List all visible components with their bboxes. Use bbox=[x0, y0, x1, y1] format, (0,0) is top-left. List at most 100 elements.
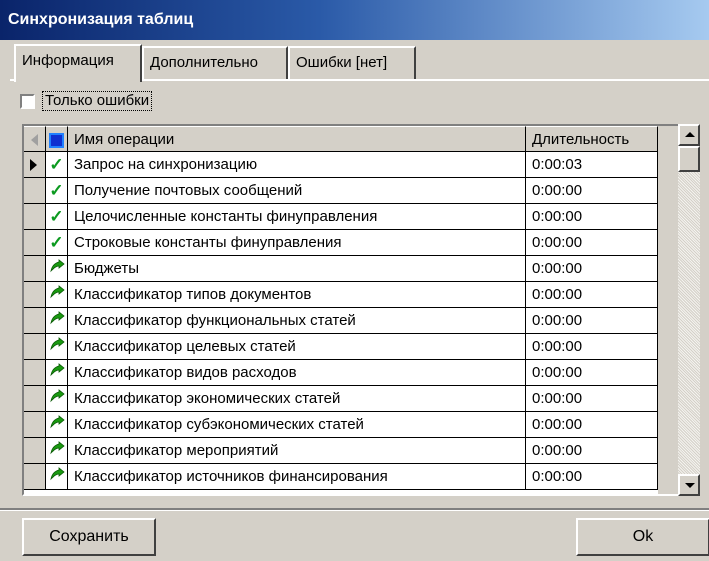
done-check-icon: ✓ bbox=[49, 207, 64, 226]
save-button[interactable]: Сохранить bbox=[22, 518, 156, 556]
header-icon-cell[interactable] bbox=[46, 126, 68, 152]
table-row[interactable]: ✓ Целочисленные константы финуправления 0:… bbox=[24, 204, 678, 230]
left-arrow-icon bbox=[31, 134, 38, 146]
row-indicator[interactable] bbox=[24, 230, 46, 256]
table-row[interactable]: Классификатор источников финансирования 0… bbox=[24, 464, 678, 490]
operation-name-cell: Классификатор функциональных статей bbox=[68, 308, 526, 334]
header-indicator-cell bbox=[24, 126, 46, 152]
row-status-cell bbox=[46, 464, 68, 490]
done-check-icon: ✓ bbox=[49, 155, 64, 174]
row-indicator[interactable] bbox=[24, 308, 46, 334]
vertical-scrollbar[interactable] bbox=[678, 124, 700, 496]
duration-cell: 0:00:00 bbox=[526, 412, 658, 438]
current-row-icon bbox=[30, 159, 37, 171]
row-indicator[interactable] bbox=[24, 204, 46, 230]
table-row[interactable]: Бюджеты 0:00:00 bbox=[24, 256, 678, 282]
operation-name-cell: Классификатор целевых статей bbox=[68, 334, 526, 360]
tab-errors[interactable]: Ошибки [нет] bbox=[288, 46, 416, 80]
table-row[interactable]: ✓ Запрос на синхронизацию 0:00:03 bbox=[24, 152, 678, 178]
row-indicator[interactable] bbox=[24, 152, 46, 178]
table-row[interactable]: Классификатор экономических статей 0:00:0… bbox=[24, 386, 678, 412]
row-status-cell bbox=[46, 282, 68, 308]
errors-only-checkbox[interactable] bbox=[20, 94, 35, 109]
row-indicator[interactable] bbox=[24, 386, 46, 412]
tree-leaf-icon bbox=[49, 389, 65, 407]
duration-cell: 0:00:00 bbox=[526, 334, 658, 360]
row-status-cell bbox=[46, 386, 68, 412]
scroll-up-button[interactable] bbox=[678, 124, 700, 146]
duration-cell: 0:00:00 bbox=[526, 282, 658, 308]
tree-leaf-icon bbox=[49, 441, 65, 459]
row-status-cell: ✓ bbox=[46, 230, 68, 256]
table-row[interactable]: ✓ Строковые константы финуправления 0:00:0… bbox=[24, 230, 678, 256]
tree-leaf-icon bbox=[49, 467, 65, 485]
row-status-cell: ✓ bbox=[46, 178, 68, 204]
duration-cell: 0:00:03 bbox=[526, 152, 658, 178]
arrow-up-icon bbox=[685, 132, 695, 137]
tree-leaf-icon bbox=[49, 285, 65, 303]
operation-name-cell: Строковые константы финуправления bbox=[68, 230, 526, 256]
table-row[interactable]: Классификатор субэкономических статей 0:0… bbox=[24, 412, 678, 438]
duration-cell: 0:00:00 bbox=[526, 256, 658, 282]
row-indicator[interactable] bbox=[24, 256, 46, 282]
arrow-down-icon bbox=[685, 483, 695, 488]
table-row[interactable]: Классификатор функциональных статей 0:00:… bbox=[24, 308, 678, 334]
operation-name-cell: Получение почтовых сообщений bbox=[68, 178, 526, 204]
duration-cell: 0:00:00 bbox=[526, 204, 658, 230]
row-status-cell bbox=[46, 360, 68, 386]
column-header-duration[interactable]: Длительность bbox=[526, 126, 658, 152]
row-indicator[interactable] bbox=[24, 334, 46, 360]
row-status-cell bbox=[46, 334, 68, 360]
operation-name-cell: Классификатор мероприятий bbox=[68, 438, 526, 464]
tree-leaf-icon bbox=[49, 259, 65, 277]
row-indicator[interactable] bbox=[24, 464, 46, 490]
row-status-cell: ✓ bbox=[46, 152, 68, 178]
column-header-name[interactable]: Имя операции bbox=[68, 126, 526, 152]
row-status-cell bbox=[46, 438, 68, 464]
column-select-icon bbox=[49, 133, 64, 148]
operation-name-cell: Классификатор типов документов bbox=[68, 282, 526, 308]
errors-only-label[interactable]: Только ошибки bbox=[42, 91, 153, 111]
operations-grid[interactable]: Имя операции Длительность ✓ Запрос на син… bbox=[22, 124, 680, 496]
grid-header: Имя операции Длительность bbox=[24, 126, 678, 152]
duration-cell: 0:00:00 bbox=[526, 308, 658, 334]
duration-cell: 0:00:00 bbox=[526, 230, 658, 256]
duration-cell: 0:00:00 bbox=[526, 386, 658, 412]
row-indicator[interactable] bbox=[24, 438, 46, 464]
window-title: Синхронизация таблиц bbox=[0, 0, 709, 40]
operation-name-cell: Целочисленные константы финуправления bbox=[68, 204, 526, 230]
row-indicator[interactable] bbox=[24, 282, 46, 308]
operation-name-cell: Классификатор субэкономических статей bbox=[68, 412, 526, 438]
scroll-thumb[interactable] bbox=[678, 146, 700, 172]
table-row[interactable]: Классификатор видов расходов 0:00:00 bbox=[24, 360, 678, 386]
row-status-cell bbox=[46, 412, 68, 438]
operation-name-cell: Классификатор видов расходов bbox=[68, 360, 526, 386]
tree-leaf-icon bbox=[49, 337, 65, 355]
tab-information[interactable]: Информация bbox=[14, 44, 142, 82]
ok-button[interactable]: Ok bbox=[576, 518, 709, 556]
operation-name-cell: Классификатор экономических статей bbox=[68, 386, 526, 412]
table-row[interactable]: Классификатор мероприятий 0:00:00 bbox=[24, 438, 678, 464]
row-indicator[interactable] bbox=[24, 178, 46, 204]
table-row[interactable]: Классификатор типов документов 0:00:00 bbox=[24, 282, 678, 308]
duration-cell: 0:00:00 bbox=[526, 438, 658, 464]
table-row[interactable]: ✓ Получение почтовых сообщений 0:00:00 bbox=[24, 178, 678, 204]
operation-name-cell: Запрос на синхронизацию bbox=[68, 152, 526, 178]
tree-leaf-icon bbox=[49, 415, 65, 433]
done-check-icon: ✓ bbox=[49, 233, 64, 252]
tree-leaf-icon bbox=[49, 363, 65, 381]
row-status-cell: ✓ bbox=[46, 204, 68, 230]
table-row[interactable]: Классификатор целевых статей 0:00:00 bbox=[24, 334, 678, 360]
row-status-cell bbox=[46, 308, 68, 334]
operation-name-cell: Классификатор источников финансирования bbox=[68, 464, 526, 490]
done-check-icon: ✓ bbox=[49, 181, 64, 200]
scroll-down-button[interactable] bbox=[678, 474, 700, 496]
operation-name-cell: Бюджеты bbox=[68, 256, 526, 282]
duration-cell: 0:00:00 bbox=[526, 360, 658, 386]
duration-cell: 0:00:00 bbox=[526, 178, 658, 204]
tab-additional[interactable]: Дополнительно bbox=[142, 46, 288, 80]
duration-cell: 0:00:00 bbox=[526, 464, 658, 490]
row-indicator[interactable] bbox=[24, 412, 46, 438]
row-indicator[interactable] bbox=[24, 360, 46, 386]
footer-separator bbox=[0, 508, 709, 511]
